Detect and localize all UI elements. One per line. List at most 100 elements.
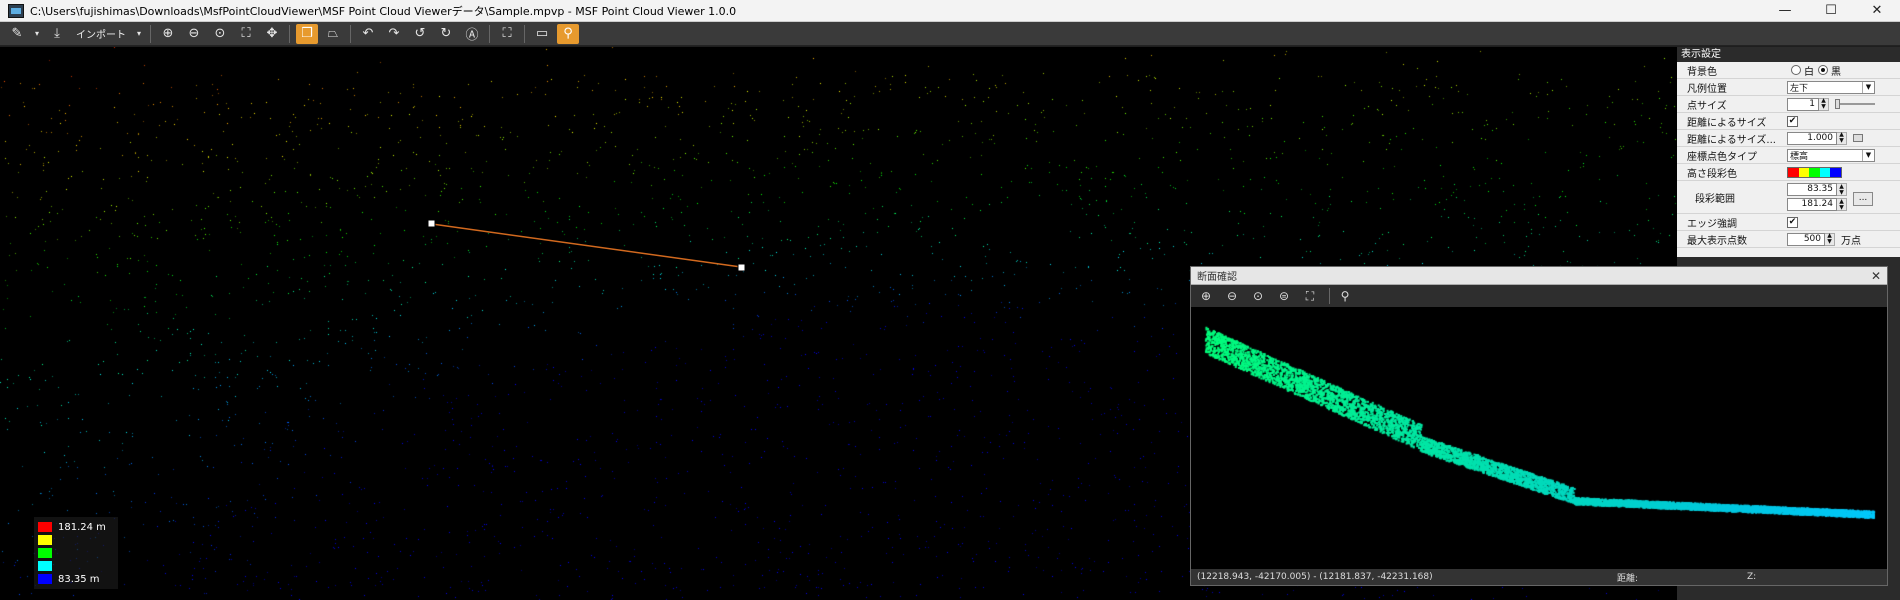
zoom-window-icon[interactable]: ⊜ [1273, 287, 1295, 305]
toolbar-divider [350, 24, 351, 43]
edit-icon[interactable]: ✎ [6, 24, 28, 44]
chevron-down-icon: ▼ [1862, 149, 1874, 161]
legend-label: 83.35 m [58, 573, 100, 585]
legend-pos-value: 左下 [1790, 83, 1809, 94]
rotate-right-icon[interactable]: ↻ [435, 24, 457, 44]
zoom-in-icon[interactable]: ⊕ [1195, 287, 1217, 305]
zoom-out-icon[interactable]: ⊖ [183, 24, 205, 44]
point-size-input[interactable]: 1 [1787, 97, 1819, 111]
section-start-handle[interactable] [427, 219, 436, 228]
elevation-gradient-swatch[interactable] [1787, 166, 1842, 178]
max-points-input[interactable]: 500 [1787, 232, 1825, 246]
size-by-dist2-input[interactable]: 1.000 [1787, 131, 1837, 145]
section-end-handle[interactable] [737, 263, 746, 272]
fullscreen-icon[interactable]: ⛶ [496, 24, 518, 44]
ruler-icon[interactable]: ▭ [531, 24, 553, 44]
point-size-row: 点サイズ 1 ▲ ▼ [1677, 96, 1900, 113]
pan-icon[interactable]: ✥ [261, 24, 283, 44]
rotate-left-icon[interactable]: ↺ [409, 24, 431, 44]
color-type-value: 標高 [1790, 151, 1809, 162]
toolbar-divider [289, 24, 290, 43]
size-by-dist2-stepper[interactable]: ▲ ▼ [1837, 131, 1847, 145]
toolbar-divider [150, 24, 151, 43]
main-toolbar: ✎ ▾ ⤓ インポート ▾ ⊕ ⊖ ⊙ ⛶ ✥ ❒ ⏢ ↶ ↷ ↺ ↻ Ⓐ ⛶ … [0, 22, 1900, 46]
fit-icon[interactable]: ⛶ [1299, 287, 1321, 305]
legend-swatch [38, 561, 52, 571]
close-button[interactable]: ✕ [1854, 0, 1900, 22]
legend-row: 83.35 m [38, 573, 114, 585]
slider-thumb[interactable] [1835, 99, 1840, 109]
import-button[interactable]: インポート [72, 24, 130, 44]
range-min-stepper[interactable]: ▲ ▼ [1837, 198, 1847, 211]
range-label: 段彩範囲 [1695, 193, 1735, 205]
range-max-stepper[interactable]: ▲ ▼ [1837, 183, 1847, 196]
zoom-in-icon[interactable]: ⊕ [157, 24, 179, 44]
color-type-row: 座標点色タイプ 標高 ▼ [1677, 147, 1900, 164]
zoom-area-icon[interactable]: ⊙ [1247, 287, 1269, 305]
bg-color-row: 背景色 白 黒 [1677, 62, 1900, 79]
import-icon[interactable]: ⤓ [46, 24, 68, 44]
maximize-button[interactable]: ☐ [1808, 0, 1854, 22]
undo-icon[interactable]: ↶ [357, 24, 379, 44]
color-type-select[interactable]: 標高 ▼ [1787, 148, 1875, 162]
slice-icon[interactable]: ⏢ [322, 24, 344, 44]
app-icon [8, 3, 24, 18]
dropdown-icon[interactable]: ▾ [32, 24, 42, 44]
elev-color-row: 高さ段彩色 [1677, 164, 1900, 181]
size-by-dist-checkbox[interactable]: ✔ [1787, 115, 1798, 127]
max-points-row: 最大表示点数 500 ▲ ▼ 万点 [1677, 231, 1900, 248]
legend-swatch [38, 548, 52, 558]
gradient-stop [1819, 167, 1831, 177]
box-view-icon[interactable]: ❒ [296, 23, 318, 44]
gradient-stop [1830, 167, 1841, 177]
redo-icon[interactable]: ↷ [383, 24, 405, 44]
bg-black-radio[interactable] [1818, 65, 1828, 75]
bg-white-radio[interactable] [1791, 65, 1801, 75]
legend-row: 181.24 m [38, 521, 114, 533]
section-title-bar[interactable]: 断面確認 ✕ [1191, 267, 1887, 285]
section-title: 断面確認 [1197, 272, 1237, 283]
toolbar-divider [489, 24, 490, 43]
bg-white-label: 白 [1804, 66, 1814, 78]
section-view-window: 断面確認 ✕ ⊕ ⊖ ⊙ ⊜ ⛶ ⚲ (12218.943, -42170.00… [1190, 266, 1888, 586]
legend-swatch [38, 522, 52, 532]
legend-row [38, 534, 114, 546]
distance-label: 距離: [1617, 573, 1639, 584]
legend-pos-select[interactable]: 左下 ▼ [1787, 80, 1875, 94]
max-points-label: 最大表示点数 [1687, 235, 1747, 247]
size-by-dist2-slider[interactable] [1853, 134, 1863, 142]
point-size-label: 点サイズ [1687, 100, 1727, 112]
gradient-stop [1798, 167, 1810, 177]
max-points-unit: 万点 [1841, 235, 1861, 247]
size-by-dist2-row: 距離によるサイズ... 1.000 ▲ ▼ [1677, 130, 1900, 147]
edge-checkbox[interactable]: ✔ [1787, 216, 1798, 228]
fit-icon[interactable]: ⛶ [235, 24, 257, 44]
toolbar-divider [1329, 288, 1330, 304]
chevron-down-icon: ▼ [1862, 81, 1874, 93]
point-size-slider[interactable] [1835, 99, 1875, 109]
point-size-stepper[interactable]: ▲ ▼ [1819, 97, 1829, 111]
toolbar-divider [524, 24, 525, 43]
range-min-input[interactable]: 181.24 [1787, 198, 1837, 211]
color-type-label: 座標点色タイプ [1687, 151, 1757, 163]
import-dropdown-icon[interactable]: ▾ [134, 24, 144, 44]
range-max-input[interactable]: 83.35 [1787, 183, 1837, 196]
zoom-out-icon[interactable]: ⊖ [1221, 287, 1243, 305]
bg-color-label: 背景色 [1687, 66, 1717, 78]
section-tool-icon[interactable]: ⚲ [557, 23, 579, 44]
size-by-dist-row: 距離によるサイズ ✔ [1677, 113, 1900, 130]
edge-label: エッジ強調 [1687, 218, 1737, 230]
title-bar: C:\Users\fujishimas\Downloads\MsfPointCl… [0, 0, 1900, 22]
section-measure-icon[interactable]: ⚲ [1334, 287, 1356, 305]
gradient-stop [1788, 167, 1799, 177]
legend-swatch [38, 574, 52, 584]
minimize-button[interactable]: — [1762, 0, 1808, 22]
legend-pos-row: 凡例位置 左下 ▼ [1677, 79, 1900, 96]
zoom-area-icon[interactable]: ⊙ [209, 24, 231, 44]
max-points-stepper[interactable]: ▲ ▼ [1825, 232, 1835, 246]
section-profile-canvas[interactable] [1191, 307, 1887, 569]
range-more-button[interactable]: ... [1853, 192, 1873, 206]
section-status-bar: (12218.943, -42170.005) - (12181.837, -4… [1191, 569, 1887, 585]
section-close-button[interactable]: ✕ [1871, 269, 1881, 283]
measure-icon[interactable]: Ⓐ [461, 24, 483, 44]
